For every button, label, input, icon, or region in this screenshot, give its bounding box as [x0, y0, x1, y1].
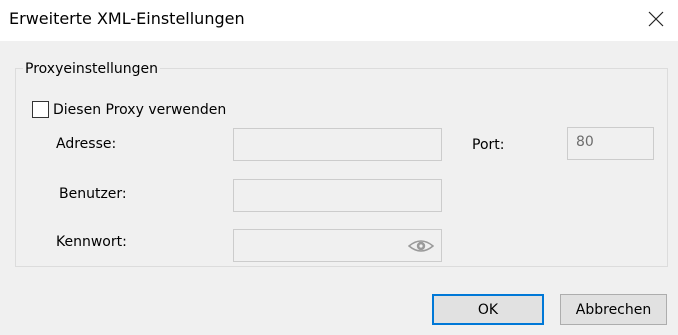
- port-label: Port:: [472, 137, 505, 153]
- window-title: Erweiterte XML-Einstellungen: [9, 9, 245, 28]
- password-field[interactable]: [233, 229, 442, 262]
- proxy-settings-legend: Proxyeinstellungen: [23, 61, 161, 77]
- ok-button[interactable]: OK: [432, 294, 544, 325]
- address-label: Adresse:: [56, 136, 117, 152]
- use-proxy-checkbox-row[interactable]: Diesen Proxy verwenden: [32, 101, 226, 118]
- user-label: Benutzer:: [59, 186, 127, 202]
- port-field[interactable]: 80: [567, 127, 654, 160]
- close-icon: [648, 11, 664, 27]
- eye-icon[interactable]: [408, 238, 434, 254]
- cancel-button[interactable]: Abbrechen: [560, 294, 667, 325]
- password-label: Kennwort:: [56, 234, 127, 250]
- address-field[interactable]: [233, 128, 442, 161]
- port-value: 80: [576, 134, 594, 150]
- user-field[interactable]: [233, 179, 442, 212]
- title-bar: Erweiterte XML-Einstellungen: [0, 0, 678, 41]
- use-proxy-checkbox[interactable]: [32, 101, 49, 118]
- use-proxy-label[interactable]: Diesen Proxy verwenden: [53, 102, 226, 118]
- close-button[interactable]: [634, 0, 678, 38]
